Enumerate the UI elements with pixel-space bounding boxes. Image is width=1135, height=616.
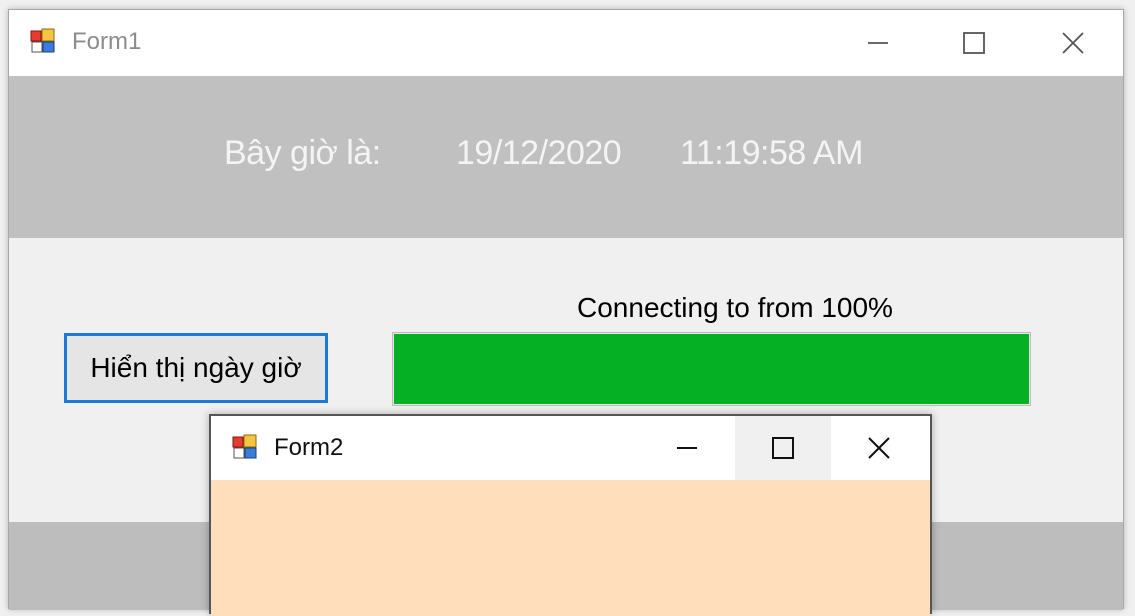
minimize-icon	[868, 42, 888, 44]
progress-bar-fill	[394, 334, 1029, 404]
progress-label: Connecting to from 100%	[577, 292, 893, 323]
date-time-panel: Bây giờ là: 19/12/2020 11:19:58 AM	[9, 76, 1123, 238]
form1-maximize-button[interactable]	[944, 20, 1004, 66]
form1-close-button[interactable]	[1043, 20, 1103, 66]
close-icon	[868, 437, 890, 459]
time-value: 11:19:58 AM	[680, 134, 863, 172]
date-value: 19/12/2020	[456, 134, 622, 172]
app-icon	[30, 28, 55, 53]
form1-titlebar[interactable]: Form1	[9, 10, 1123, 76]
form2-title: Form2	[274, 434, 344, 461]
form2-close-button[interactable]	[831, 416, 927, 480]
form2-maximize-button[interactable]	[735, 416, 831, 480]
app-icon	[232, 434, 257, 459]
form2-window: Form2	[209, 414, 932, 616]
progress-bar	[392, 332, 1031, 406]
form1-minimize-button[interactable]	[848, 20, 908, 66]
show-date-time-button[interactable]: Hiển thị ngày giờ	[64, 333, 328, 403]
maximize-icon	[772, 437, 794, 459]
close-icon	[1062, 32, 1084, 54]
form2-titlebar[interactable]: Form2	[211, 416, 930, 480]
form1-title: Form1	[72, 28, 142, 55]
form2-body	[211, 480, 930, 616]
minimize-icon	[677, 447, 697, 449]
form2-minimize-button[interactable]	[639, 416, 735, 480]
date-time-label: Bây giờ là:	[224, 134, 381, 172]
maximize-icon	[963, 32, 985, 54]
